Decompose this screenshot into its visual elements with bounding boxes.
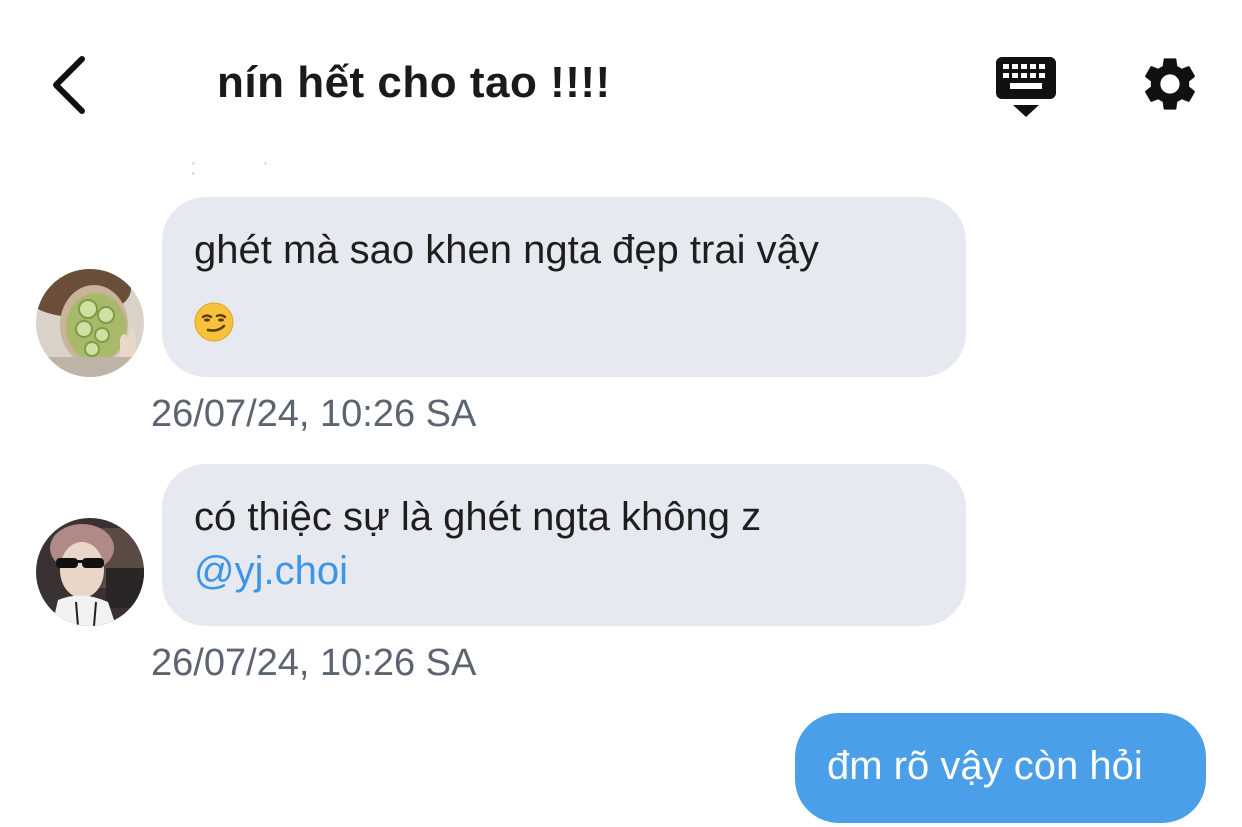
avatar[interactable] [36, 269, 144, 377]
chat-screen: nín hết cho tao !!!! · · · ghét mà sao k… [0, 0, 1242, 827]
message-timestamp: 26/07/24, 10:26 SA [151, 393, 477, 435]
chevron-left-icon [53, 56, 85, 114]
message-text: có thiệc sự là ghét ngta không z [194, 495, 762, 539]
message-text: ghét mà sao khen ngta đẹp trai vậy [194, 228, 819, 272]
avatar[interactable] [36, 518, 144, 626]
scroll-fade-remnant: · · · [190, 152, 299, 184]
gear-icon [1145, 58, 1195, 110]
message-bubble-outgoing[interactable]: đm rõ vậy còn hỏi [795, 713, 1206, 823]
message-bubble-incoming[interactable]: ghét mà sao khen ngta đẹp trai vậy [162, 197, 966, 377]
emoji-line [194, 293, 936, 347]
settings-button[interactable] [1138, 52, 1202, 116]
message-text: đm rõ vậy còn hỏi [827, 744, 1143, 788]
message-bubble-incoming[interactable]: có thiệc sự là ghét ngta không z @yj.cho… [162, 464, 966, 626]
message-timestamp: 26/07/24, 10:26 SA [151, 642, 477, 684]
back-button[interactable] [38, 50, 98, 120]
user-mention-link[interactable]: @yj.choi [194, 544, 936, 598]
keyboard-toggle-button[interactable] [993, 55, 1059, 119]
user-avatar-sunglasses [36, 518, 144, 626]
user-avatar-cucumber-mask [36, 269, 144, 377]
keyboard-icon [996, 57, 1056, 117]
chat-title: nín hết cho tao !!!! [217, 58, 611, 107]
smirk-emoji-icon [194, 302, 234, 342]
chat-header: nín hết cho tao !!!! [0, 0, 1242, 160]
